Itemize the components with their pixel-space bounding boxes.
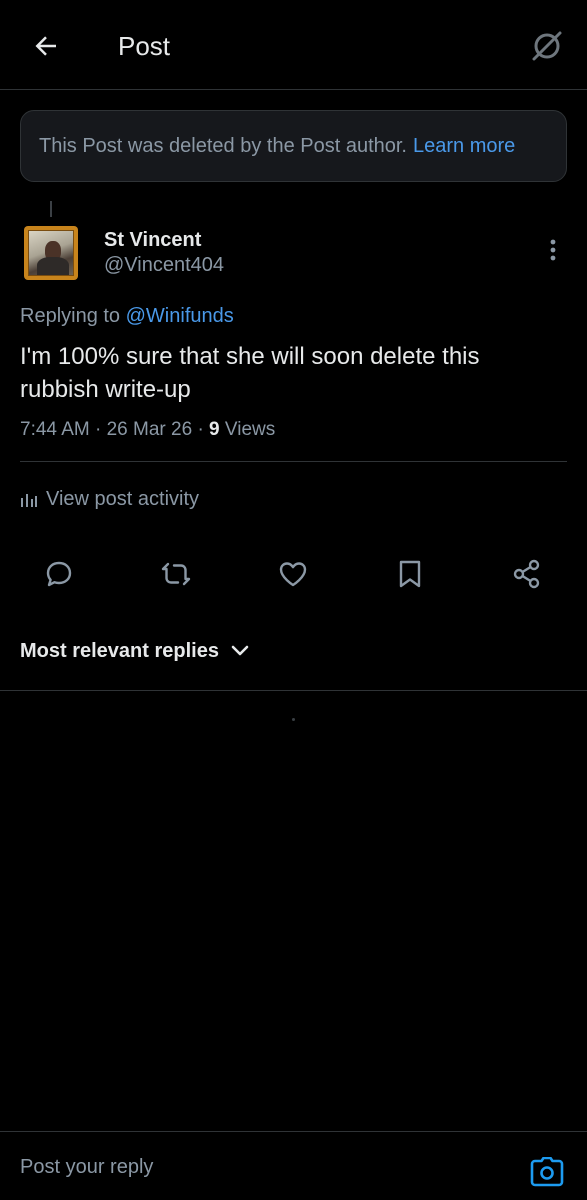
- replying-to-prefix: Replying to: [20, 305, 121, 327]
- meta-separator: ·: [95, 419, 102, 440]
- repost-button[interactable]: [154, 552, 198, 596]
- replying-to-line: Replying to @Winifunds: [20, 303, 234, 329]
- action-bar: [0, 552, 587, 596]
- bar-chart-icon: [21, 494, 37, 507]
- camera-icon: [530, 1157, 564, 1187]
- divider: [20, 461, 567, 462]
- avatar-body-shape: [37, 257, 69, 275]
- loading-indicator: [292, 718, 295, 721]
- share-button[interactable]: [505, 552, 549, 596]
- grok-icon: [532, 31, 562, 61]
- avatar-photo: [28, 230, 74, 276]
- divider: [0, 690, 587, 691]
- camera-button[interactable]: [529, 1154, 565, 1190]
- deleted-notice-text: This Post was deleted by the Post author…: [39, 134, 407, 157]
- replies-sort-dropdown[interactable]: Most relevant replies: [20, 637, 249, 665]
- views-label: Views: [224, 419, 276, 440]
- repost-icon: [161, 562, 191, 586]
- bookmark-icon: [399, 560, 421, 588]
- replying-to-mention[interactable]: @Winifunds: [126, 305, 234, 327]
- post-date: 26 Mar 26: [106, 419, 193, 440]
- deleted-post-notice: This Post was deleted by the Post author…: [20, 110, 567, 182]
- author-handle[interactable]: @Vincent404: [104, 253, 224, 277]
- top-bar: Post: [0, 0, 587, 90]
- post-text: I'm 100% sure that she will soon delete …: [20, 343, 480, 403]
- meta-separator: ·: [197, 419, 204, 440]
- view-post-activity-link[interactable]: View post activity: [20, 486, 199, 512]
- heart-icon: [279, 562, 307, 587]
- back-button[interactable]: [28, 28, 64, 64]
- reply-composer: [0, 1131, 587, 1200]
- chevron-down-icon: [231, 645, 249, 656]
- view-post-activity-label: View post activity: [46, 488, 200, 510]
- grok-button[interactable]: [527, 26, 567, 66]
- more-vertical-icon: [550, 239, 556, 261]
- share-icon: [513, 559, 540, 589]
- bookmark-button[interactable]: [388, 552, 432, 596]
- reply-button[interactable]: [37, 552, 81, 596]
- learn-more-link[interactable]: Learn more: [413, 135, 515, 158]
- avatar[interactable]: [24, 226, 78, 280]
- reply-input[interactable]: [20, 1156, 500, 1179]
- page-title: Post: [118, 31, 171, 61]
- author-display-name[interactable]: St Vincent: [104, 228, 201, 252]
- views-count: 9: [209, 419, 220, 440]
- reply-icon: [46, 561, 72, 587]
- post-time: 7:44 AM: [20, 419, 90, 440]
- more-options-button[interactable]: [537, 234, 569, 266]
- post-meta: 7:44 AM · 26 Mar 26 · 9 Views: [20, 417, 275, 443]
- thread-connector-line: [50, 201, 52, 217]
- replies-sort-label: Most relevant replies: [20, 640, 219, 662]
- arrow-left-icon: [35, 36, 56, 56]
- like-button[interactable]: [271, 552, 315, 596]
